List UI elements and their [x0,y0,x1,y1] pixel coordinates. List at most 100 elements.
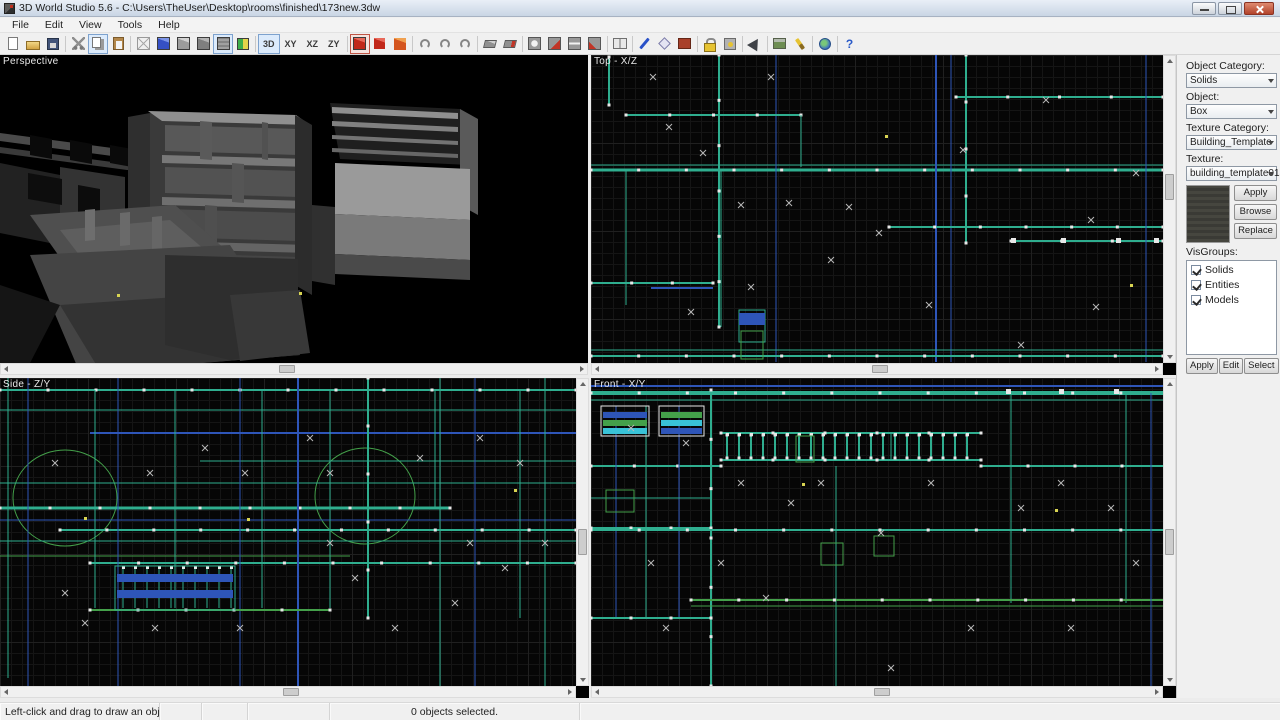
toggle-solids-button[interactable] [350,34,370,54]
scroll-left-arrow[interactable] [4,689,8,695]
checkbox-checked-icon[interactable] [1191,295,1201,305]
render-wireframe-button[interactable] [133,34,153,54]
side-viewport[interactable]: Side - Z/Y [0,378,589,698]
rotate-z-button[interactable] [455,34,475,54]
replace-texture-button[interactable]: Replace [1234,223,1277,239]
front-vscrollbar[interactable] [1163,378,1176,686]
render-flat-button[interactable] [173,34,193,54]
menu-edit[interactable]: Edit [37,18,71,32]
scroll-thumb[interactable] [872,365,888,373]
new-button[interactable] [3,34,23,54]
front-viewport[interactable]: Front - X/Y [591,378,1176,698]
view-xz-button[interactable]: XZ [302,34,324,54]
side-hscrollbar[interactable] [0,686,576,698]
top-vscrollbar[interactable] [1163,55,1176,363]
visgroups-list[interactable]: Solids Entities Models [1186,260,1277,355]
visgroup-edit-button[interactable]: Edit [1219,358,1243,374]
side-canvas[interactable] [0,378,576,686]
paint-button[interactable] [790,34,810,54]
draw-button[interactable] [635,34,655,54]
scroll-right-arrow[interactable] [1155,366,1159,372]
front-hscrollbar[interactable] [591,686,1163,698]
scroll-up-arrow[interactable] [1167,59,1173,63]
texture-select[interactable]: building_template01a [1186,166,1277,181]
hollow-button[interactable] [525,34,545,54]
texture-apply-button[interactable] [675,34,695,54]
cut-button[interactable] [68,34,88,54]
visgroup-item-models[interactable]: Models [1189,294,1274,306]
view-3d-button[interactable]: 3D [258,34,280,54]
scroll-thumb[interactable] [874,688,890,696]
close-button[interactable] [1244,2,1274,15]
run-map-button[interactable] [745,34,765,54]
csg-subtract-button[interactable] [585,34,605,54]
scroll-left-arrow[interactable] [4,366,8,372]
toggle-details-button[interactable] [370,34,390,54]
scroll-thumb[interactable] [1165,174,1174,200]
help-button[interactable]: ? [840,34,860,54]
title-bar[interactable]: 3D World Studio 5.6 - C:\Users\TheUser\D… [0,0,1280,17]
top-hscrollbar[interactable] [591,363,1163,375]
copy-button[interactable] [88,34,108,54]
view-zy-button[interactable]: ZY [323,34,345,54]
slice-button[interactable] [565,34,585,54]
scroll-left-arrow[interactable] [595,689,599,695]
apply-texture-button[interactable]: Apply [1234,185,1277,201]
checkbox-checked-icon[interactable] [1191,280,1201,290]
top-canvas[interactable] [591,55,1163,363]
paste-button[interactable] [108,34,128,54]
terrain-button[interactable] [770,34,790,54]
shear-button[interactable] [500,34,520,54]
toggle-models-button[interactable] [390,34,410,54]
scroll-down-arrow[interactable] [1167,678,1173,682]
visgroup-item-entities[interactable]: Entities [1189,279,1274,291]
visgroup-apply-button[interactable]: Apply [1186,358,1218,374]
menu-file[interactable]: File [4,18,37,32]
render-models-button[interactable] [233,34,253,54]
scroll-down-arrow[interactable] [1167,355,1173,359]
vertex-edit-button[interactable] [655,34,675,54]
scroll-right-arrow[interactable] [568,689,572,695]
scroll-up-arrow[interactable] [580,382,586,386]
website-button[interactable] [815,34,835,54]
browse-texture-button[interactable]: Browse [1234,204,1277,220]
texture-category-select[interactable]: Building_Template [1186,135,1277,150]
perspective-viewport[interactable]: Perspective [0,55,588,375]
menu-help[interactable]: Help [150,18,188,32]
scroll-thumb[interactable] [1165,529,1174,555]
top-viewport[interactable]: Top - X/Z [591,55,1176,375]
render-solid-button[interactable] [153,34,173,54]
carve-button[interactable] [545,34,565,54]
scroll-right-arrow[interactable] [1155,689,1159,695]
texture-lock-button[interactable] [720,34,740,54]
rotate-y-button[interactable] [435,34,455,54]
checkbox-checked-icon[interactable] [1191,265,1201,275]
mirror-button[interactable] [610,34,630,54]
scroll-thumb[interactable] [283,688,299,696]
object-select[interactable]: Box [1186,104,1277,119]
open-button[interactable] [23,34,43,54]
perspective-hscrollbar[interactable] [0,363,588,375]
side-vscrollbar[interactable] [576,378,589,686]
scroll-right-arrow[interactable] [580,366,584,372]
save-button[interactable] [43,34,63,54]
render-shaded-button[interactable] [193,34,213,54]
render-textured-button[interactable] [213,34,233,54]
visgroup-item-solids[interactable]: Solids [1189,264,1274,276]
front-canvas[interactable] [591,378,1163,686]
menu-view[interactable]: View [71,18,110,32]
scroll-thumb[interactable] [279,365,295,373]
lock-button[interactable] [700,34,720,54]
scroll-thumb[interactable] [578,529,587,555]
maximize-button[interactable] [1218,2,1242,15]
rotate-x-button[interactable] [415,34,435,54]
scroll-up-arrow[interactable] [1167,382,1173,386]
menu-tools[interactable]: Tools [110,18,151,32]
view-xy-button[interactable]: XY [280,34,302,54]
minimize-button[interactable] [1192,2,1216,15]
object-category-select[interactable]: Solids [1186,73,1277,88]
scale-button[interactable] [480,34,500,54]
visgroup-select-button[interactable]: Select [1244,358,1278,374]
scroll-left-arrow[interactable] [595,366,599,372]
perspective-canvas[interactable] [0,55,588,363]
